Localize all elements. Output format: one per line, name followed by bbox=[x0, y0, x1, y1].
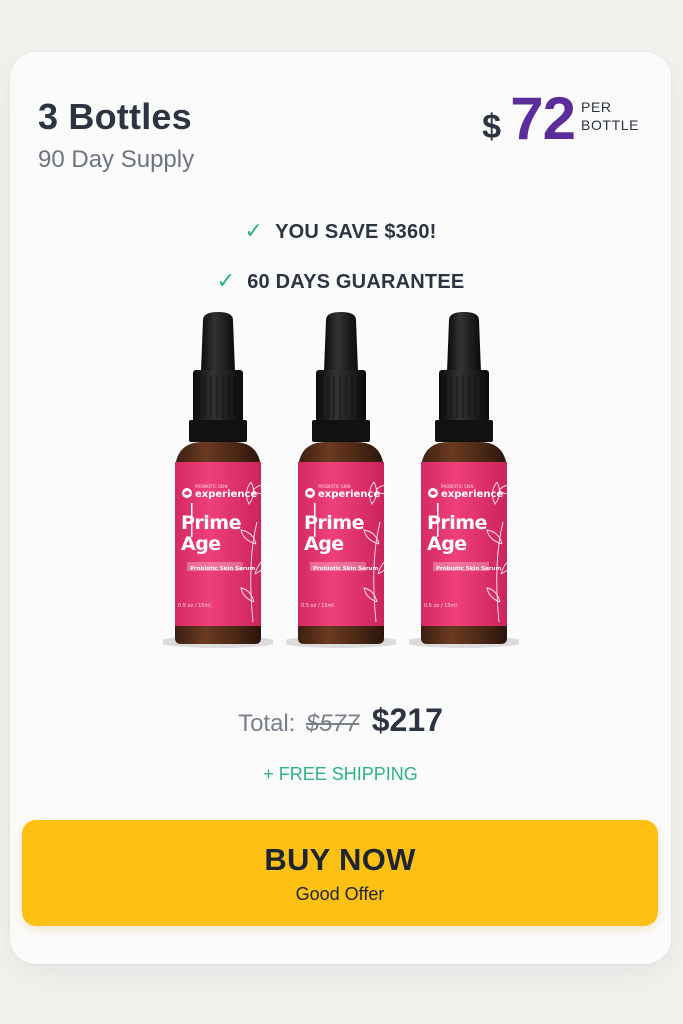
product-volume: 0.5 oz / 15ml bbox=[424, 603, 457, 609]
benefit-savings: ✓ YOU SAVE $360! bbox=[10, 218, 671, 244]
per-label-line2: BOTTLE bbox=[581, 117, 640, 133]
product-name: Prime Age bbox=[304, 512, 365, 555]
currency-symbol: $ bbox=[482, 108, 501, 146]
product-name: Prime Age bbox=[181, 512, 242, 555]
buy-now-label: BUY NOW bbox=[264, 842, 416, 877]
per-label-line1: PER bbox=[581, 99, 612, 115]
price-value: 72 bbox=[510, 85, 576, 152]
offer-title: 3 Bottles bbox=[38, 96, 192, 137]
free-shipping-label: + FREE SHIPPING bbox=[263, 764, 418, 784]
brand-name: experience bbox=[195, 489, 258, 500]
total-label: Total: bbox=[238, 710, 296, 737]
offer-subtitle: 90 Day Supply bbox=[38, 146, 195, 173]
product-volume: 0.5 oz / 15ml bbox=[301, 603, 334, 609]
product-volume: 0.5 oz / 15ml bbox=[178, 603, 211, 609]
buy-now-button[interactable]: BUY NOW Good Offer bbox=[22, 820, 658, 926]
bottle: PROBIOTIC SKIN experience Prime Age Probi… bbox=[163, 312, 273, 652]
brand-name: experience bbox=[441, 489, 504, 500]
product-name-line2: Age bbox=[304, 533, 344, 555]
bottle: PROBIOTIC SKIN experience Prime Age Probi… bbox=[409, 312, 519, 652]
benefit-text: YOU SAVE $360! bbox=[275, 221, 437, 243]
product-name: Prime Age bbox=[427, 512, 488, 555]
product-name-line2: Age bbox=[181, 533, 221, 555]
benefit-guarantee: ✓ 60 DAYS GUARANTEE bbox=[10, 268, 671, 294]
per-bottle-label: PER BOTTLE bbox=[581, 98, 643, 134]
bottle-graphic bbox=[163, 312, 273, 648]
total-price: Total: $577 $217 bbox=[10, 702, 671, 739]
check-icon: ✓ bbox=[216, 268, 236, 293]
product-name-line1: Prime bbox=[427, 512, 488, 534]
benefit-text: 60 DAYS GUARANTEE bbox=[247, 271, 465, 293]
discounted-price: $217 bbox=[371, 702, 443, 738]
product-name-line2: Age bbox=[427, 533, 467, 555]
bottle: PROBIOTIC SKIN experience Prime Age Probi… bbox=[286, 312, 396, 652]
product-tagline: Probiotic Skin Serum bbox=[313, 566, 379, 572]
product-image: PROBIOTIC SKIN experience Prime Age Probi… bbox=[10, 312, 671, 662]
product-name-line1: Prime bbox=[304, 512, 365, 534]
product-name-line1: Prime bbox=[181, 512, 242, 534]
product-tagline: Probiotic Skin Serum bbox=[190, 566, 256, 572]
brand-name: experience bbox=[318, 489, 381, 500]
offer-card[interactable]: 3 Bottles 90 Day Supply $ 72 PER BOTTLE … bbox=[10, 52, 671, 964]
buy-now-sublabel: Good Offer bbox=[295, 884, 385, 904]
check-icon: ✓ bbox=[244, 218, 264, 243]
product-tagline: Probiotic Skin Serum bbox=[436, 566, 502, 572]
bottle-graphic bbox=[286, 312, 396, 648]
original-price: $577 bbox=[305, 710, 360, 737]
bottle-graphic bbox=[409, 312, 519, 648]
